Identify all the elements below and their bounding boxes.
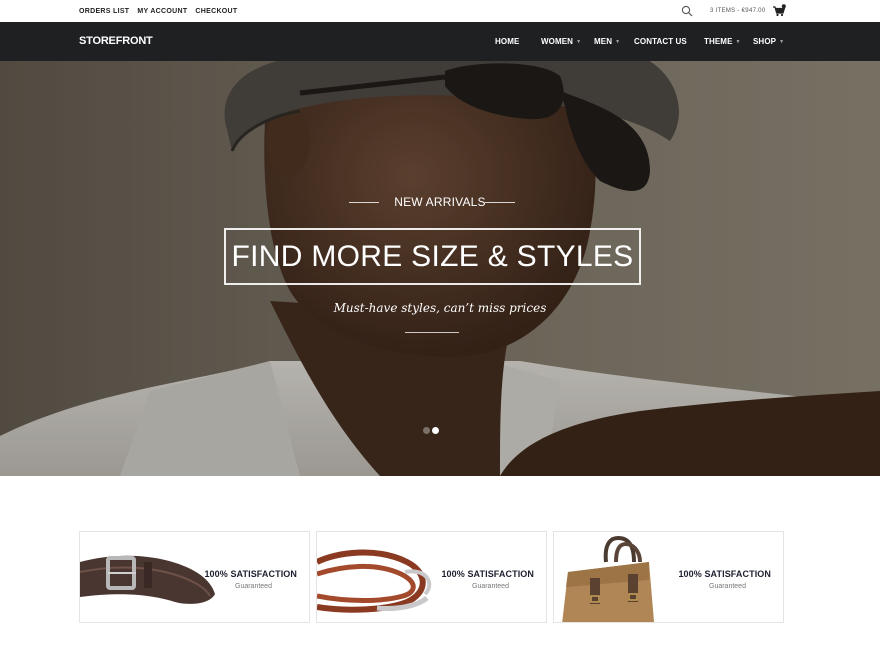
top-utility-bar: ORDERS LIST MY ACCOUNT CHECKOUT 3 ITEMS … [0,0,880,22]
nav-shop[interactable]: SHOP ▼ [753,22,784,61]
promo-subtitle: Guaranteed [235,583,272,590]
checkout-link[interactable]: CHECKOUT [195,8,237,15]
cart-summary[interactable]: 3 ITEMS - €947.00 [710,0,765,22]
search-icon[interactable] [681,5,693,17]
nav-shop-label: SHOP [753,37,777,46]
chevron-down-icon: ▼ [615,39,621,45]
belt-image [80,555,215,604]
slider-dot-1[interactable] [423,427,430,434]
nav-women-label: WOMEN [541,37,574,46]
chevron-down-icon: ▼ [576,39,582,45]
promo-card-bag[interactable]: 100% SATISFACTION Guaranteed [553,531,784,623]
hero-eyebrow: NEW ARRIVALS [394,195,486,209]
cart-icon[interactable] [772,4,786,17]
nav-theme[interactable]: THEME ▼ [704,22,741,61]
chevron-down-icon: ▼ [779,39,785,45]
hero-slider[interactable]: NEW ARRIVALS FIND MORE SIZE & STYLES Mus… [0,61,880,476]
promo-card-belt[interactable]: 100% SATISFACTION Guaranteed [79,531,310,623]
nav-men[interactable]: MEN ▼ [594,22,620,61]
bag-image [562,535,654,622]
promo-subtitle: Guaranteed [472,583,509,590]
nav-home[interactable]: HOME [495,22,519,61]
promo-subtitle: Guaranteed [709,583,746,590]
promo-card-bracelet[interactable]: 100% SATISFACTION Guaranteed [316,531,547,623]
nav-contact-us[interactable]: CONTACT US [634,22,687,61]
nav-men-label: MEN [594,37,613,46]
hero-headline[interactable]: FIND MORE SIZE & STYLES [224,228,641,285]
main-navbar: STOREFRONT HOME WOMEN ▼ MEN ▼ CONTACT US T… [0,22,880,61]
account-links: ORDERS LIST MY ACCOUNT CHECKOUT [79,0,238,22]
nav-women[interactable]: WOMEN ▼ [541,22,581,61]
eyebrow-rule-right [485,202,515,203]
slider-dot-2[interactable] [432,427,439,434]
tagline-rule [405,332,459,333]
orders-list-link[interactable]: ORDERS LIST [79,8,129,15]
promo-title: 100% SATISFACTION [678,569,771,579]
nav-home-label: HOME [495,37,520,46]
bracelet-image [317,549,432,613]
site-logo[interactable]: STOREFRONT [79,22,153,61]
hero-tagline: Must-have styles, can’t miss prices [333,301,547,315]
chevron-down-icon: ▼ [735,39,741,45]
promo-title: 100% SATISFACTION [441,569,534,579]
promo-title: 100% SATISFACTION [204,569,297,579]
nav-contact-label: CONTACT US [634,37,687,46]
my-account-link[interactable]: MY ACCOUNT [137,8,187,15]
nav-theme-label: THEME [704,37,733,46]
